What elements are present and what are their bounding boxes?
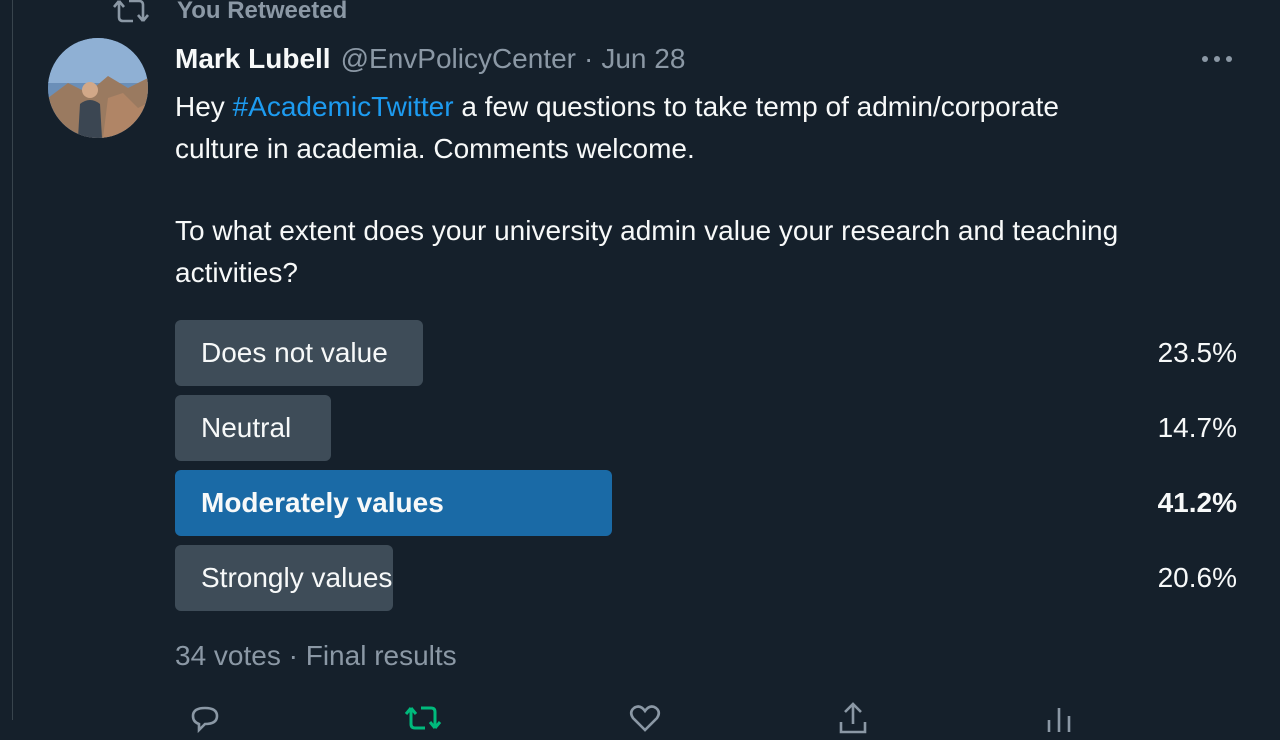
tweet-text-rest: a few questions to take temp of admin/co… [453,91,1059,122]
poll-option-label: Does not value [201,337,388,368]
header-separator: · [584,43,594,74]
poll-question-line: To what extent does your university admi… [175,215,1119,246]
retweet-action-icon [404,706,442,730]
poll-option-percent: 23.5% [1157,337,1237,368]
like-button[interactable] [627,700,663,736]
poll: Does not value 23.5% Neutral 14.7% Moder… [175,320,1237,620]
retweet-label: You Retweeted [177,0,348,24]
tweet-date[interactable]: Jun 28 [601,43,685,75]
avatar[interactable] [48,38,148,138]
poll-option-winner: Moderately values 41.2% [175,470,1237,536]
tweet-text-line: culture in academia. Comments welcome. [175,133,695,164]
retweet-button[interactable] [403,700,443,736]
poll-footer: 34 votes · Final results [175,640,457,671]
analytics-icon [1047,708,1071,732]
reply-button[interactable] [187,700,223,736]
like-icon [629,705,661,732]
tweet-header: Mark Lubell @EnvPolicyCenter · Jun 28 [175,40,685,78]
poll-option-percent: 14.7% [1157,412,1237,443]
poll-option-label: Strongly values [201,562,393,593]
poll-option-label: Moderately values [201,487,444,518]
hashtag-link[interactable]: #AcademicTwitter [233,91,454,122]
tweet-text-prefix: Hey [175,91,233,122]
tweet-actions [175,700,1075,740]
poll-question-line: activities? [175,257,298,288]
analytics-button[interactable] [1041,700,1077,736]
poll-option: Does not value 23.5% [175,320,1237,386]
share-button[interactable] [835,700,871,736]
reply-icon [191,706,219,734]
tweet[interactable]: You Retweeted Mark Lubell @EnvPolicyCent… [12,0,1280,734]
poll-option: Strongly values 20.6% [175,545,1237,611]
poll-option: Neutral 14.7% [175,395,1237,461]
avatar-image [48,38,148,138]
retweet-context: You Retweeted [113,0,347,28]
share-icon [839,702,867,734]
author-handle[interactable]: @EnvPolicyCenter [341,43,576,75]
more-icon [1202,56,1232,62]
author-name[interactable]: Mark Lubell [175,43,331,75]
tweet-text: Hey #AcademicTwitter a few questions to … [175,86,1255,294]
poll-option-label: Neutral [201,412,292,443]
retweet-icon [113,0,149,23]
poll-option-percent: 41.2% [1157,487,1237,518]
poll-option-percent: 20.6% [1157,562,1237,593]
more-button[interactable] [1197,42,1237,76]
tweet-text-line: Hey #AcademicTwitter a few questions to … [175,86,1255,128]
